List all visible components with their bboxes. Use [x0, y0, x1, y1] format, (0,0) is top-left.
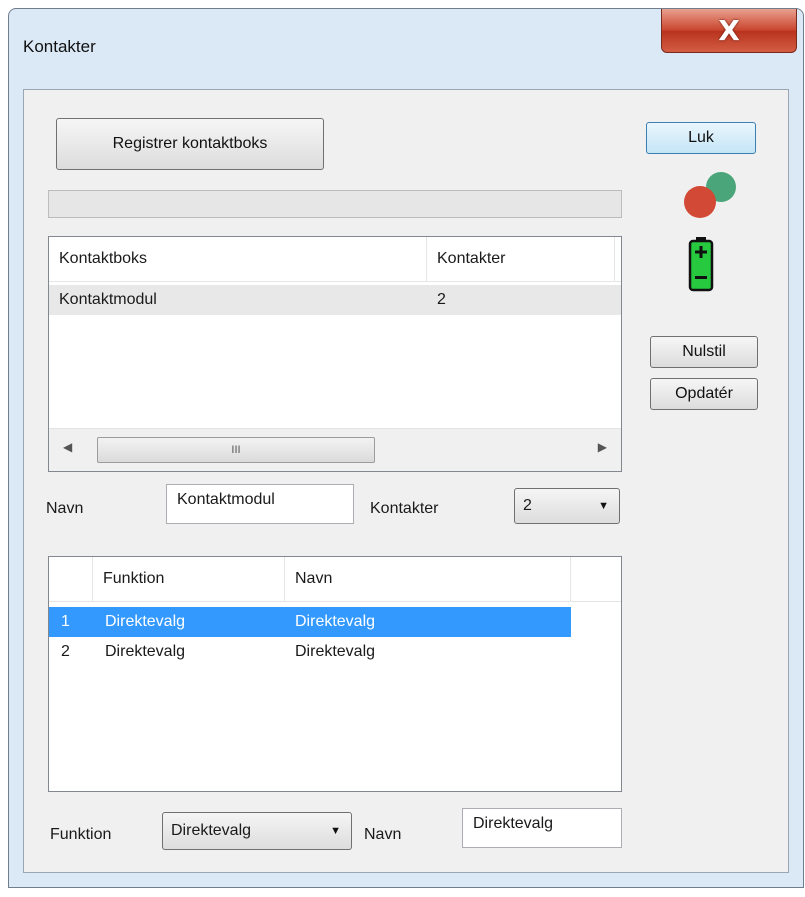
name-label: Navn: [46, 500, 84, 517]
table-cell: Kontaktmodul: [59, 291, 157, 308]
column-header-funktion[interactable]: Funktion: [93, 557, 285, 601]
scroll-right-icon[interactable]: ▶: [598, 440, 607, 454]
contact-box-list[interactable]: Kontaktboks Kontakter Kontaktmodul 2 ◀ I…: [48, 236, 622, 472]
progress-bar: [48, 190, 622, 218]
column-header-kontaktboks[interactable]: Kontaktboks: [49, 237, 427, 281]
table-cell: Direktevalg: [295, 643, 376, 660]
table-row-selected[interactable]: 1 Direktevalg Direktevalg: [49, 607, 571, 637]
contact-box-list-header: Kontaktboks Kontakter: [49, 237, 621, 282]
connection-status-icon: [684, 172, 744, 222]
function-select-value: Direktevalg: [171, 822, 252, 839]
function-label: Funktion: [50, 826, 112, 843]
function-name-label: Navn: [364, 826, 402, 843]
contacts-label: Kontakter: [370, 500, 439, 517]
close-button[interactable]: Luk: [646, 122, 756, 154]
function-list[interactable]: Funktion Navn 1 Direktevalg Direktevalg …: [48, 556, 622, 792]
table-cell: Direktevalg: [295, 613, 376, 630]
column-header-kontakter[interactable]: Kontakter: [427, 237, 615, 281]
column-header-index[interactable]: [49, 557, 93, 601]
register-contact-box-button[interactable]: Registrer kontaktboks: [56, 118, 324, 170]
scrollbar-thumb[interactable]: III: [97, 437, 375, 463]
function-select[interactable]: Direktevalg ▼: [162, 812, 352, 850]
function-name-field[interactable]: Direktevalg: [462, 808, 622, 848]
battery-icon: [688, 237, 714, 292]
horizontal-scrollbar[interactable]: ◀ III ▶: [49, 428, 621, 471]
reset-button[interactable]: Nulstil: [650, 336, 758, 368]
table-row[interactable]: Kontaktmodul 2: [49, 285, 621, 315]
dialog-client-area: Registrer kontaktboks Kontaktboks Kontak…: [23, 89, 789, 873]
table-cell: 2: [437, 291, 446, 308]
red-status-dot: [684, 186, 716, 218]
dialog-window: Kontakter X Registrer kontaktboks Kontak…: [8, 8, 804, 888]
grip-icon: III: [231, 444, 241, 456]
function-list-header: Funktion Navn: [49, 557, 621, 602]
update-button[interactable]: Opdatér: [650, 378, 758, 410]
scroll-left-icon[interactable]: ◀: [63, 440, 72, 454]
chevron-down-icon: ▼: [330, 825, 341, 837]
column-header-navn[interactable]: Navn: [285, 557, 571, 601]
contacts-count-select[interactable]: 2 ▼: [514, 488, 620, 524]
table-cell: 1: [61, 613, 70, 630]
chevron-down-icon: ▼: [598, 500, 609, 512]
table-cell: Direktevalg: [105, 613, 186, 630]
window-title: Kontakter: [23, 37, 96, 56]
table-cell: Direktevalg: [105, 643, 186, 660]
contacts-count-value: 2: [523, 497, 532, 514]
title-bar[interactable]: Kontakter X: [9, 9, 803, 89]
table-cell: 2: [61, 643, 70, 660]
close-icon: X: [718, 14, 740, 47]
close-window-button[interactable]: X: [661, 9, 797, 53]
box-name-field[interactable]: Kontaktmodul: [166, 484, 354, 524]
table-row[interactable]: 2 Direktevalg Direktevalg: [49, 637, 571, 667]
